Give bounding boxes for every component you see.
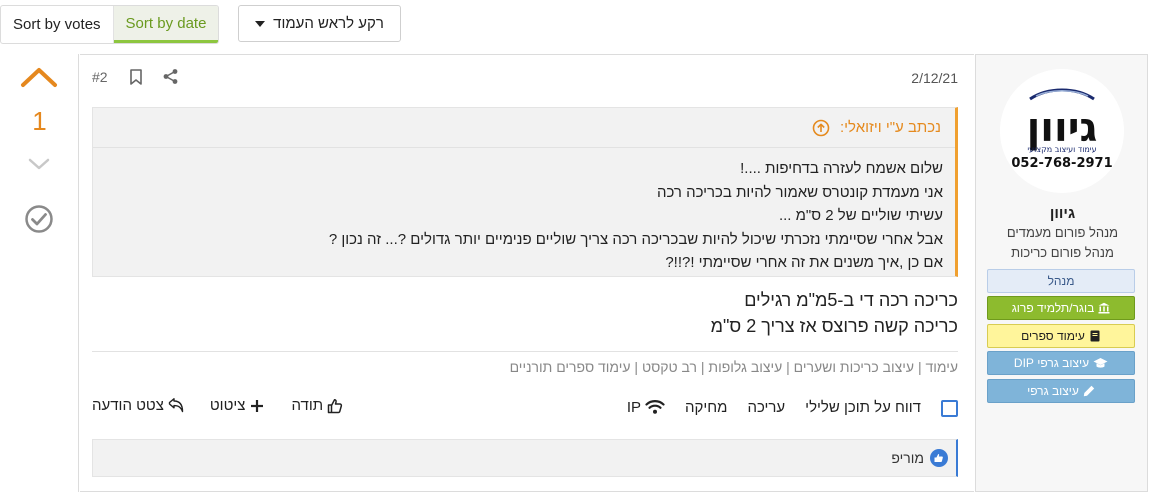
- badge-dip: עיצוב גרפי DIP: [987, 351, 1135, 375]
- post-body-line: כריכה קשה פרוצס אז צריך 2 ס"מ: [710, 316, 958, 336]
- badge-graduate-label: בוגר/תלמיד פרוג: [1011, 301, 1095, 315]
- signature-divider: [92, 351, 958, 352]
- forum-post: 1 #2 2/12/21 נכתב ע"י ויזואלי: שלום אשמח…: [0, 54, 1148, 492]
- logo-tagline-text: עימוד ועיצוב מקצועי: [1027, 145, 1096, 154]
- vote-count: 1: [32, 106, 47, 136]
- liked-by-user[interactable]: מוריפ: [891, 450, 924, 466]
- sort-by-votes-button[interactable]: Sort by votes: [1, 6, 114, 43]
- quote-body: שלום אשמח לעזרה בדחיפות ....! אני מעמדת …: [93, 148, 955, 275]
- likes-bar: מוריפ: [92, 439, 958, 477]
- post-body: כריכה רכה די ב-5מ"מ רגילים כריכה קשה פרו…: [711, 287, 958, 339]
- user-title: מנהל פורום מעמדים: [1006, 225, 1119, 240]
- badge-admin: מנהל: [987, 269, 1135, 293]
- background-dropdown-label: רקע לראש העמוד: [273, 15, 384, 32]
- institution-icon: [1098, 302, 1110, 314]
- quote-block: נכתב ע"י ויזואלי: שלום אשמח לעזרה בדחיפו…: [92, 107, 958, 277]
- select-post-checkbox[interactable]: [941, 400, 958, 417]
- sort-by-date-button[interactable]: Sort by date: [113, 6, 219, 43]
- user-name-link[interactable]: גיוון: [976, 205, 1149, 222]
- wifi-icon: [645, 400, 665, 414]
- thanks-label: תודה: [291, 397, 324, 414]
- quote-line: עשיתי שוליים של 2 ס"מ ...: [778, 207, 943, 224]
- badge-books-label: עימוד ספרים: [1021, 329, 1085, 343]
- user-avatar[interactable]: גיוון עימוד ועיצוב מקצועי 052-768-2971: [1000, 69, 1124, 193]
- ip-button[interactable]: IP: [627, 399, 665, 416]
- quote-line: שלום אשמח לעזרה בדחיפות ....!: [740, 160, 943, 177]
- badge-graduate: בוגר/תלמיד פרוג: [987, 296, 1135, 320]
- edit-link[interactable]: עריכה: [747, 399, 785, 416]
- quote-button[interactable]: ציטוט: [210, 397, 266, 414]
- plus-icon: [251, 399, 264, 412]
- bookmark-icon[interactable]: [129, 69, 143, 85]
- delete-link[interactable]: מחיקה: [685, 399, 727, 416]
- ip-label: IP: [626, 398, 641, 416]
- badge-graphic-label: עיצוב גרפי: [1027, 384, 1079, 398]
- post-actions-left: תודה ציטוט צטט הודעה: [92, 397, 343, 414]
- user-title: מנהל פורום כריכות: [1011, 245, 1114, 260]
- upvote-chevron-icon[interactable]: [20, 66, 58, 88]
- report-link[interactable]: דווח על תוכן שלילי: [805, 399, 921, 416]
- quote-author-line: נכתב ע"י ויזואלי:: [839, 119, 941, 136]
- quote-line: אני מעמדת קונטרס שאמור להיות בכריכה רכה: [656, 183, 943, 201]
- pencil-icon: [1083, 385, 1095, 397]
- quote-post-label: צטט הודעה: [92, 397, 164, 414]
- post-number-link[interactable]: #2: [92, 69, 108, 85]
- background-dropdown-button[interactable]: רקע לראש העמוד: [238, 5, 401, 42]
- like-badge-icon: [930, 449, 948, 467]
- badge-admin-label: מנהל: [1047, 274, 1075, 288]
- badge-graphic: עיצוב גרפי: [987, 379, 1135, 403]
- quote-label: ציטוט: [209, 397, 246, 414]
- quote-line: אבל אחרי שסיימתי נזכרתי שיכול להיות שבכר…: [328, 230, 943, 248]
- quote-line: אם כן ,איך משנים את זה אחרי שסיימתי !?!!…: [665, 254, 943, 271]
- avatar-logo-image: גיוון עימוד ועיצוב מקצועי 052-768-2971: [1000, 69, 1124, 193]
- vote-column: 1: [0, 54, 79, 492]
- logo-phone-text: 052-768-2971: [1011, 156, 1112, 171]
- reply-arrow-icon: [168, 397, 184, 412]
- badge-dip-label: עיצוב גרפי DIP: [1013, 356, 1090, 370]
- user-panel: גיוון עימוד ועיצוב מקצועי 052-768-2971 ג…: [975, 54, 1148, 492]
- downvote-chevron-icon[interactable]: [28, 157, 50, 171]
- share-icon[interactable]: [162, 68, 179, 85]
- badge-books: עימוד ספרים: [987, 324, 1135, 348]
- book-icon: [1090, 330, 1100, 342]
- user-signature: עימוד | עיצוב כריכות ושערים | עיצוב גלופ…: [509, 359, 958, 375]
- graduation-cap-icon: [1093, 358, 1108, 368]
- quote-post-button[interactable]: צטט הודעה: [92, 397, 184, 414]
- post-date: 2/12/21: [911, 70, 958, 86]
- caret-down-icon: [255, 20, 266, 27]
- sort-toggle: Sort by votes Sort by date: [0, 5, 220, 44]
- thanks-button[interactable]: תודה: [291, 397, 343, 414]
- quote-header[interactable]: נכתב ע"י ויזואלי:: [93, 108, 955, 148]
- post-body-line: כריכה רכה די ב-5מ"מ רגילים: [744, 290, 958, 310]
- thumbs-up-icon: [327, 398, 343, 413]
- post-actions-right: דווח על תוכן שלילי עריכה מחיקה IP: [627, 397, 958, 417]
- arrow-up-circle-icon[interactable]: [812, 119, 830, 137]
- accept-answer-check-icon[interactable]: [24, 204, 54, 234]
- post-content: #2 2/12/21 נכתב ע"י ויזואלי: שלום אשמח ל: [80, 54, 974, 492]
